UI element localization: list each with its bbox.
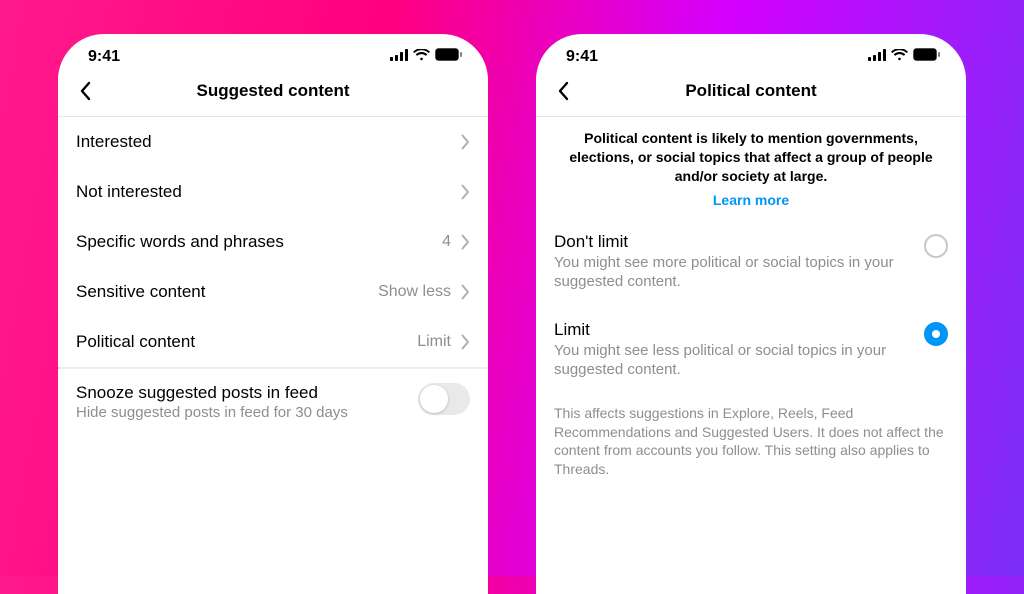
row-value: 4 bbox=[442, 233, 451, 251]
row-political-content[interactable]: Political content Limit bbox=[58, 317, 488, 367]
chevron-right-icon bbox=[461, 284, 470, 300]
option-sub: You might see more political or social t… bbox=[554, 253, 910, 292]
wifi-icon bbox=[413, 48, 430, 66]
row-not-interested[interactable]: Not interested bbox=[58, 167, 488, 217]
learn-more-link[interactable]: Learn more bbox=[713, 192, 789, 208]
radio-button[interactable] bbox=[924, 234, 948, 258]
chevron-left-icon bbox=[557, 81, 569, 101]
chevron-right-icon bbox=[461, 134, 470, 150]
option-label: Don't limit bbox=[554, 232, 910, 252]
row-sensitive-content[interactable]: Sensitive content Show less bbox=[58, 267, 488, 317]
battery-icon bbox=[913, 48, 940, 66]
radio-button[interactable] bbox=[924, 322, 948, 346]
row-snooze: Snooze suggested posts in feed Hide sugg… bbox=[58, 369, 488, 435]
option-sub: You might see less political or social t… bbox=[554, 341, 910, 380]
content-body: Political content is likely to mention g… bbox=[536, 117, 966, 594]
row-label: Specific words and phrases bbox=[76, 232, 284, 252]
row-label: Not interested bbox=[76, 182, 182, 202]
page-title: Political content bbox=[536, 81, 966, 101]
chevron-right-icon bbox=[461, 334, 470, 350]
back-button[interactable] bbox=[550, 78, 576, 104]
chevron-left-icon bbox=[79, 81, 91, 101]
description-block: Political content is likely to mention g… bbox=[536, 117, 966, 218]
description-text: Political content is likely to mention g… bbox=[558, 129, 944, 186]
wifi-icon bbox=[891, 48, 908, 66]
status-bar: 9:41 bbox=[58, 34, 488, 72]
option-limit[interactable]: Limit You might see less political or so… bbox=[536, 306, 966, 394]
back-button[interactable] bbox=[72, 78, 98, 104]
chevron-right-icon bbox=[461, 234, 470, 250]
status-time: 9:41 bbox=[88, 48, 120, 66]
phone-political-content: 9:41 Political content Political content… bbox=[536, 34, 966, 594]
status-time: 9:41 bbox=[566, 48, 598, 66]
chevron-right-icon bbox=[461, 184, 470, 200]
snooze-sub: Hide suggested posts in feed for 30 days bbox=[76, 404, 406, 421]
row-value: Limit bbox=[417, 333, 451, 351]
snooze-label: Snooze suggested posts in feed bbox=[76, 383, 406, 403]
option-label: Limit bbox=[554, 320, 910, 340]
settings-list: Interested Not interested Specific words… bbox=[58, 117, 488, 594]
status-indicators bbox=[390, 48, 462, 66]
navbar: Political content bbox=[536, 72, 966, 117]
row-label: Sensitive content bbox=[76, 282, 205, 302]
row-value: Show less bbox=[378, 283, 451, 301]
navbar: Suggested content bbox=[58, 72, 488, 117]
row-label: Interested bbox=[76, 132, 152, 152]
page-title: Suggested content bbox=[58, 81, 488, 101]
phone-suggested-content: 9:41 Suggested content Interested Not in… bbox=[58, 34, 488, 594]
row-label: Political content bbox=[76, 332, 195, 352]
status-bar: 9:41 bbox=[536, 34, 966, 72]
snooze-toggle[interactable] bbox=[418, 383, 470, 415]
row-specific-words[interactable]: Specific words and phrases 4 bbox=[58, 217, 488, 267]
cellular-icon bbox=[390, 48, 408, 66]
row-interested[interactable]: Interested bbox=[58, 117, 488, 167]
option-dont-limit[interactable]: Don't limit You might see more political… bbox=[536, 218, 966, 306]
status-indicators bbox=[868, 48, 940, 66]
footnote-text: This affects suggestions in Explore, Ree… bbox=[536, 394, 966, 490]
cellular-icon bbox=[868, 48, 886, 66]
battery-icon bbox=[435, 48, 462, 66]
